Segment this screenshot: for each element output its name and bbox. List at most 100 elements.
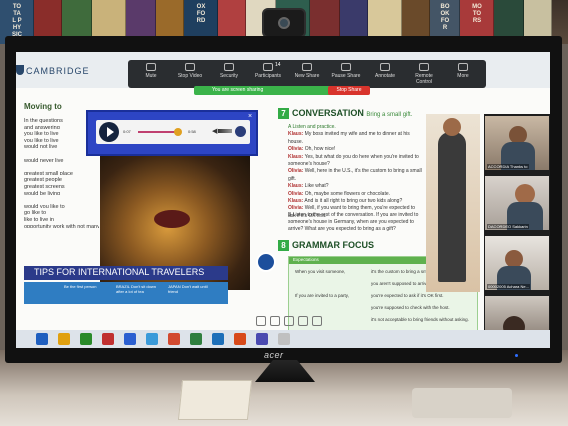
- video-tile[interactable]: DACORDEO Sakkarin: [485, 176, 549, 230]
- line: Oh, how nice!: [304, 146, 336, 153]
- tip-box: JAPAN Don't wait until friend: [168, 284, 208, 294]
- zoom-out-icon[interactable]: [256, 316, 266, 326]
- book-title: OXFORD: [196, 4, 206, 24]
- grammar-right: it's not acceptable to bring friends wit…: [371, 317, 469, 322]
- microphone-icon: [146, 63, 156, 71]
- person-photo: [426, 114, 480, 292]
- play-button[interactable]: [99, 122, 119, 142]
- excel-icon[interactable]: [80, 333, 92, 345]
- toolbar-pause-button[interactable]: Pause Share: [329, 63, 363, 85]
- section-title: CONVERSATION: [292, 108, 364, 118]
- brand-logo: CAMBRIDGE: [26, 66, 90, 76]
- onenote-icon[interactable]: [256, 333, 268, 345]
- menu-icon[interactable]: [235, 126, 246, 137]
- edge-icon[interactable]: [190, 333, 202, 345]
- section-number: 8: [278, 240, 289, 251]
- text-line: would be living: [24, 190, 61, 196]
- settings-icon[interactable]: [278, 333, 290, 345]
- zoom-in-icon[interactable]: [284, 316, 294, 326]
- toolbar-microphone-button[interactable]: Mute: [134, 63, 168, 85]
- taskbar: [16, 330, 550, 348]
- left-heading: Moving to: [24, 102, 62, 111]
- stop-share-button[interactable]: Stop Share: [328, 86, 370, 95]
- listen-instructions: B Listen to the rest of the conversation…: [288, 212, 419, 232]
- speaker: Olivia:: [288, 190, 304, 197]
- section-subtitle: Bring a small gift.: [366, 112, 413, 118]
- seek-handle[interactable]: [174, 128, 182, 136]
- dialogue-line: Olivia: Well, here in the U.S., it's the…: [288, 168, 423, 183]
- text-line: [24, 162, 99, 169]
- book-title: MOTORS: [472, 4, 482, 24]
- toolbar-shield-button[interactable]: Security: [212, 63, 246, 85]
- toolbar-pencil-button[interactable]: Annotate: [368, 63, 402, 85]
- pdf-icon[interactable]: [234, 333, 246, 345]
- volume-slider[interactable]: [218, 129, 232, 133]
- word-icon[interactable]: [124, 333, 136, 345]
- toolbar-video-camera-button[interactable]: Stop Video: [173, 63, 207, 85]
- lion-mouth: [154, 210, 190, 228]
- speaker: Klaus:: [288, 153, 304, 160]
- dialogue-line: Olivia: Oh, how nice!: [288, 146, 423, 153]
- participant-count: 14: [275, 62, 281, 68]
- video-tile[interactable]: 00002005 Achara Ne...: [485, 236, 549, 290]
- cambridge-crest-icon: [16, 65, 24, 75]
- tip-box: BRAZIL Don't sit down after a lot of tea: [116, 284, 156, 294]
- toolbar-label: Security: [219, 73, 239, 79]
- folder-icon[interactable]: [58, 333, 70, 345]
- fit-page-icon[interactable]: [312, 316, 322, 326]
- dialogue-line: Klaus: My boss invited my wife and me to…: [288, 131, 423, 146]
- toolbar-more-button[interactable]: More: [446, 63, 480, 85]
- video-gallery: ACCORDIA Thanks to DACORDEO Sakkarin 00002…: [484, 114, 550, 348]
- more-icon: [458, 63, 468, 71]
- speaker: Klaus:: [288, 198, 304, 205]
- toolbar-label: Annotate: [374, 73, 396, 79]
- line: Well, here in the U.S., it's the custom …: [288, 168, 422, 182]
- text-line: like to live in: [24, 216, 54, 222]
- desk-object: [412, 388, 512, 418]
- grammar-bar-label: Expectations: [293, 257, 319, 262]
- desk-box: [177, 380, 253, 420]
- toolbar-label: More: [457, 73, 469, 79]
- toolbar-share-screen-button[interactable]: New Share: [290, 63, 324, 85]
- chrome-icon[interactable]: [102, 333, 114, 345]
- zoom-icon[interactable]: [146, 333, 158, 345]
- toolbar-people-button[interactable]: Participants 14: [251, 62, 285, 85]
- line: My boss invited my wife and me to dinner…: [288, 131, 410, 145]
- grammar-right: you're supposed to check with the host.: [371, 305, 450, 310]
- page-header: CAMBRIDGE Mute Stop Video Security Particip…: [16, 52, 550, 88]
- toolbar-label: New Share: [294, 73, 320, 79]
- text-line: greatest people: [24, 177, 62, 182]
- toolbar-label: Stop Video: [177, 73, 203, 79]
- text-line: greatest small place: [24, 170, 73, 176]
- participant-name: DACORDEO Sakkarin: [487, 224, 529, 229]
- toolbar-remote-control-button[interactable]: Remote Control: [407, 63, 441, 85]
- page-controls: [256, 316, 386, 328]
- video-camera-icon: [185, 63, 195, 71]
- search-icon[interactable]: [298, 316, 308, 326]
- photo: TOTAL PHYSICSOXFORDBOOK FORMOTORS CAMBRI…: [0, 0, 568, 426]
- power-led: [515, 354, 518, 357]
- speaker: Olivia:: [288, 146, 304, 153]
- text-line: opportunity work with not many friends.: [24, 223, 99, 229]
- monitor-brand: acer: [264, 350, 284, 360]
- chat-icon[interactable]: [256, 252, 276, 272]
- dialogue-line: Olivia: Oh, maybe some flowers or chocol…: [288, 191, 423, 198]
- line: And is it all right to bring our two kid…: [304, 198, 403, 205]
- start-icon[interactable]: [36, 333, 48, 345]
- pencil-icon: [380, 63, 390, 71]
- teams-icon[interactable]: [212, 333, 224, 345]
- close-icon[interactable]: ×: [248, 113, 252, 120]
- text-line: go like to: [24, 210, 47, 215]
- remote-control-icon: [419, 63, 429, 71]
- current-time: 0:07: [123, 129, 131, 134]
- video-tile[interactable]: ACCORDIA Thanks to: [485, 116, 549, 170]
- powerpoint-icon[interactable]: [168, 333, 180, 345]
- toolbar-label: Participants: [254, 73, 282, 79]
- people-icon: [263, 63, 273, 71]
- tips-strip: Be the first person BRAZIL Don't sit down…: [24, 282, 228, 304]
- seek-bar[interactable]: [138, 131, 176, 133]
- grammar-right: you're expected to ask if it's OK first.: [371, 293, 444, 298]
- tips-banner: TIPS FOR INTERNATIONAL TRAVELERS: [24, 266, 228, 280]
- page-view-icon[interactable]: [270, 316, 280, 326]
- grammar-left: If you are invited to a party,: [295, 293, 349, 298]
